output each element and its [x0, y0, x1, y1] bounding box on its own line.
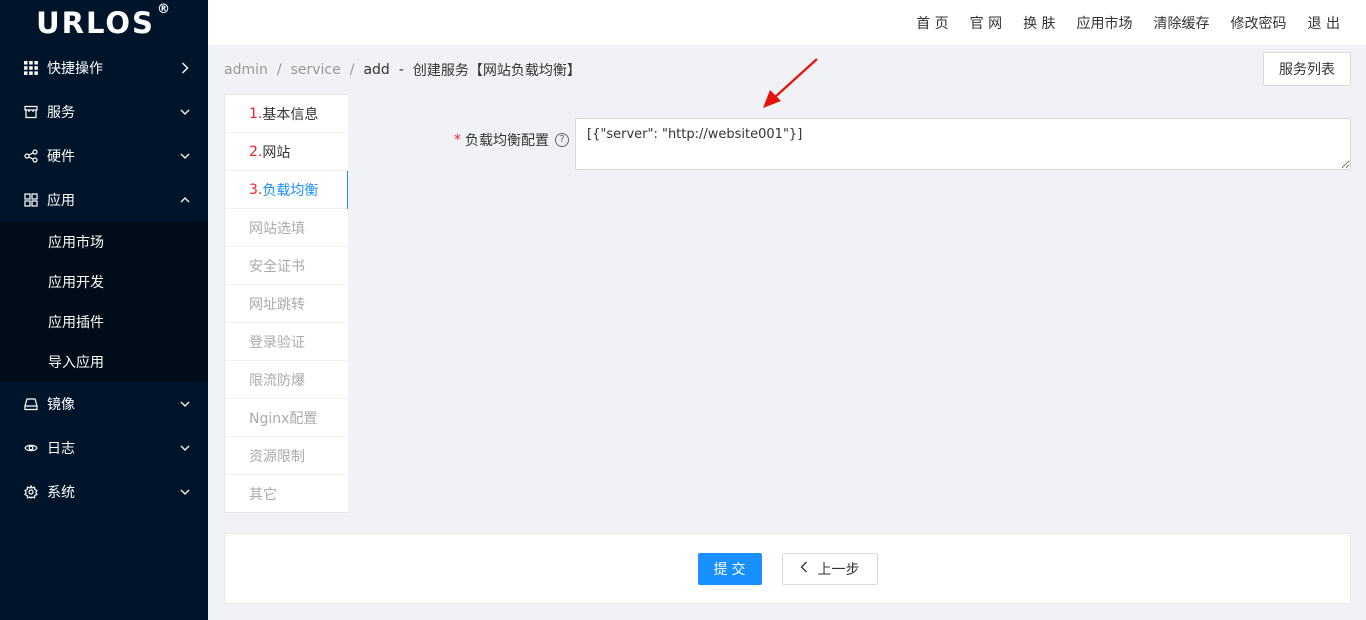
- steps-nav: 1. 基本信息 2. 网站 3. 负载均衡 网站选填 安全证书 网址跳转 登录验证 限…: [224, 94, 349, 513]
- chevron-up-icon: [180, 195, 190, 205]
- breadcrumb-dash: -: [398, 62, 404, 78]
- header-link-app-market[interactable]: 应用市场: [1077, 13, 1133, 33]
- step-label: 网址跳转: [249, 296, 305, 313]
- grid-icon: [24, 61, 38, 75]
- sidebar-item-service[interactable]: 服务: [0, 90, 208, 134]
- shop-icon: [24, 105, 38, 119]
- chevron-right-icon: [180, 62, 190, 74]
- logo-registered-mark: ®: [156, 2, 172, 17]
- step-label: 基本信息: [262, 106, 319, 123]
- chevron-down-icon: [180, 107, 190, 117]
- step-label: 网站选填: [249, 220, 305, 237]
- header-link-home[interactable]: 首 页: [916, 13, 948, 33]
- step-rate-limit[interactable]: 限流防爆: [225, 361, 348, 399]
- gear-icon: [24, 485, 38, 499]
- submenu-item-app-market[interactable]: 应用市场: [0, 222, 208, 262]
- submenu-item-label: 导入应用: [48, 355, 104, 371]
- chevron-down-icon: [180, 399, 190, 409]
- sidebar-item-logs[interactable]: 日志: [0, 426, 208, 470]
- step-number: 1.: [249, 105, 263, 122]
- step-number: 3.: [249, 181, 263, 198]
- apps-submenu: 应用市场 应用开发 应用插件 导入应用: [0, 222, 208, 382]
- step-label: 网站: [262, 144, 291, 161]
- step-ssl-cert[interactable]: 安全证书: [225, 247, 348, 285]
- step-label: 限流防爆: [249, 372, 305, 389]
- header-link-skin[interactable]: 换 肤: [1023, 13, 1055, 33]
- sidebar-item-apps[interactable]: 应用: [0, 178, 208, 222]
- chevron-down-icon: [180, 487, 190, 497]
- previous-step-button[interactable]: 上一步: [781, 552, 878, 585]
- sidebar: URLOS ® 快捷操作 服务 硬件 应用 应用市场 应用开发 应用插件 导入应…: [0, 0, 208, 620]
- load-balance-config-textarea[interactable]: [575, 118, 1351, 170]
- step-label: Nginx配置: [249, 410, 318, 427]
- step-basic-info[interactable]: 1. 基本信息: [225, 95, 348, 133]
- sidebar-item-images[interactable]: 镜像: [0, 382, 208, 426]
- step-resource-limit[interactable]: 资源限制: [225, 437, 348, 475]
- step-load-balance[interactable]: 3. 负载均衡: [225, 171, 349, 209]
- header-link-clear-cache[interactable]: 清除缓存: [1154, 13, 1210, 33]
- service-list-button[interactable]: 服务列表: [1263, 52, 1351, 86]
- chevron-left-icon: [800, 561, 808, 577]
- breadcrumb-item-service[interactable]: service: [291, 62, 341, 78]
- chevron-down-icon: [180, 443, 190, 453]
- submenu-item-label: 应用开发: [48, 275, 104, 291]
- sidebar-item-hardware[interactable]: 硬件: [0, 134, 208, 178]
- load-balance-label: * 负载均衡配置 ?: [454, 130, 569, 150]
- sidebar-item-quick-actions[interactable]: 快捷操作: [0, 46, 208, 90]
- logo[interactable]: URLOS ®: [0, 0, 208, 46]
- step-label: 安全证书: [249, 258, 305, 275]
- previous-step-label: 上一步: [817, 561, 860, 578]
- form-actions: 提交 上一步: [224, 533, 1351, 604]
- submit-button[interactable]: 提交: [697, 552, 762, 585]
- submenu-item-import-app[interactable]: 导入应用: [0, 342, 208, 382]
- required-mark: *: [454, 132, 461, 148]
- step-other[interactable]: 其它: [225, 475, 348, 513]
- breadcrumb-separator: /: [276, 62, 282, 78]
- breadcrumb-item-admin[interactable]: admin: [224, 62, 268, 78]
- submenu-item-app-dev[interactable]: 应用开发: [0, 262, 208, 302]
- submenu-item-label: 应用市场: [48, 235, 104, 251]
- sidebar-item-label: 应用: [47, 193, 75, 209]
- page-title: 创建服务【网站负载均衡】: [412, 63, 581, 79]
- sidebar-item-label: 系统: [47, 485, 75, 501]
- sidebar-item-system[interactable]: 系统: [0, 470, 208, 514]
- step-label: 资源限制: [249, 448, 305, 465]
- breadcrumb-item-add: add: [363, 62, 390, 78]
- drive-icon: [24, 397, 38, 411]
- step-number: 2.: [249, 143, 263, 160]
- step-login-auth[interactable]: 登录验证: [225, 323, 348, 361]
- top-header: 首 页 官 网 换 肤 应用市场 清除缓存 修改密码 退 出: [208, 0, 1366, 45]
- header-link-logout[interactable]: 退 出: [1308, 13, 1340, 33]
- breadcrumb-separator: /: [349, 62, 355, 78]
- step-label: 登录验证: [249, 334, 305, 351]
- eye-icon: [24, 441, 38, 455]
- sidebar-item-label: 日志: [47, 441, 75, 457]
- apps-icon: [24, 193, 38, 207]
- step-label: 其它: [249, 487, 277, 503]
- share-icon: [24, 149, 38, 163]
- header-link-website[interactable]: 官 网: [970, 13, 1002, 33]
- logo-text: URLOS: [36, 6, 155, 40]
- step-website-optional[interactable]: 网站选填: [225, 209, 348, 247]
- question-circle-icon[interactable]: ?: [555, 133, 569, 147]
- step-nginx-config[interactable]: Nginx配置: [225, 399, 348, 437]
- chevron-down-icon: [180, 151, 190, 161]
- sidebar-item-label: 镜像: [47, 397, 75, 413]
- sidebar-item-label: 快捷操作: [47, 61, 103, 77]
- sidebar-item-label: 硬件: [47, 149, 75, 165]
- field-label: 负载均衡配置: [465, 133, 549, 149]
- sidebar-item-label: 服务: [47, 105, 75, 121]
- step-url-redirect[interactable]: 网址跳转: [225, 285, 348, 323]
- step-website[interactable]: 2. 网站: [225, 133, 348, 171]
- breadcrumb: admin / service / add - 创建服务【网站负载均衡】: [224, 60, 581, 80]
- header-link-change-password[interactable]: 修改密码: [1231, 13, 1287, 33]
- step-label: 负载均衡: [262, 182, 319, 199]
- submenu-item-label: 应用插件: [48, 315, 104, 331]
- submenu-item-app-plugins[interactable]: 应用插件: [0, 302, 208, 342]
